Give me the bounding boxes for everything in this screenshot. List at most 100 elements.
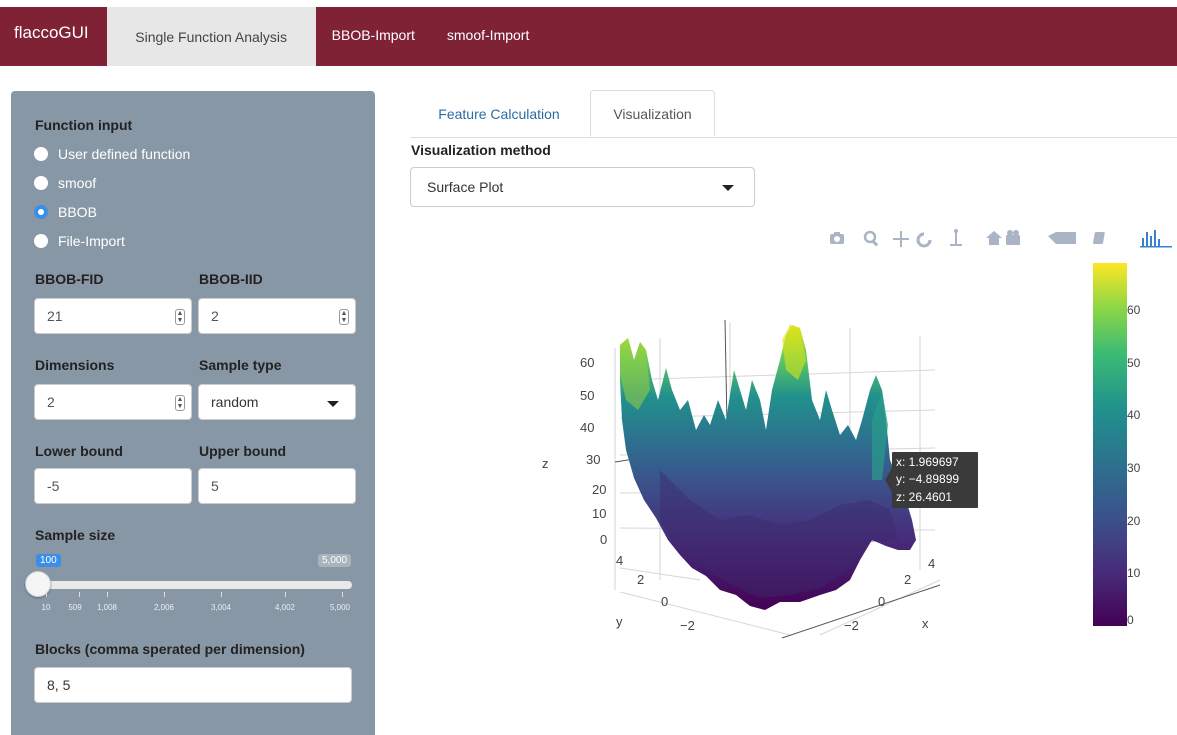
slider-tick <box>107 592 108 597</box>
x-tick: 0 <box>878 594 885 609</box>
slider-tick-label: 10 <box>41 603 51 612</box>
z-tick: 10 <box>592 506 606 521</box>
spinner-icon[interactable]: ▲ ▼ <box>339 309 349 325</box>
top-navbar: flaccoGUI Single Function Analysis BBOB-… <box>0 7 1177 66</box>
slider-handle[interactable] <box>25 571 51 597</box>
slider-tick-label: 4,002 <box>274 603 296 612</box>
lower-bound-value: -5 <box>47 478 60 494</box>
colorbar[interactable] <box>1093 263 1127 626</box>
turntable-icon[interactable] <box>950 229 962 246</box>
slider-max-badge: 5,000 <box>318 554 352 567</box>
bbob-fid-input[interactable]: 21 ▲ ▼ <box>34 298 192 334</box>
radio-label: smoof <box>58 175 97 191</box>
slider-track[interactable] <box>24 581 352 589</box>
sample-type-value: random <box>211 394 259 410</box>
blocks-value: 8, 5 <box>47 677 71 693</box>
nav-tab-bbob-import[interactable]: BBOB-Import <box>316 3 431 66</box>
radio-button[interactable] <box>34 176 48 190</box>
x-tick: 2 <box>904 572 911 587</box>
slider-tick <box>79 592 80 597</box>
z-axis-label: z <box>542 456 549 471</box>
colorbar-tick: 60 <box>1127 303 1141 317</box>
camera-icon[interactable] <box>830 232 844 244</box>
slider-tick <box>342 592 343 597</box>
bbob-fid-value: 21 <box>47 308 63 324</box>
y-axis-label: y <box>616 614 623 629</box>
x-tick: 4 <box>928 556 935 571</box>
radio-smoof[interactable]: smoof <box>34 175 96 191</box>
z-tick: 50 <box>580 388 594 403</box>
spinner-icon[interactable]: ▲ ▼ <box>175 395 185 411</box>
y-tick: 0 <box>661 594 668 609</box>
z-tick: 60 <box>580 355 594 370</box>
sample-type-label: Sample type <box>199 357 282 373</box>
orbit-icon[interactable] <box>916 232 932 248</box>
nav-tab-smoof-import[interactable]: smoof-Import <box>431 3 545 66</box>
colorbar-tick: 50 <box>1127 356 1141 370</box>
slider-tick <box>46 592 47 597</box>
tooltip-y: y: −4.89899 <box>896 472 959 486</box>
colorbar-tick: 30 <box>1127 461 1141 475</box>
colorbar-tick: 20 <box>1127 514 1141 528</box>
radio-bbob[interactable]: BBOB <box>34 204 97 220</box>
radio-user-defined-function[interactable]: User defined function <box>34 146 190 162</box>
upper-bound-input[interactable]: 5 <box>198 468 356 504</box>
colorbar-tick: 10 <box>1127 566 1141 580</box>
home-icon[interactable] <box>986 231 1002 245</box>
visualization-method-select[interactable]: Surface Plot <box>410 167 755 207</box>
dimensions-value: 2 <box>47 394 55 410</box>
surface-plot[interactable]: 60 50 40 30 20 10 0 z 4 2 0 −2 y 4 2 0 −… <box>520 250 1176 660</box>
blocks-label: Blocks (comma sperated per dimension) <box>35 641 305 657</box>
dimensions-input[interactable]: 2 ▲ ▼ <box>34 384 192 420</box>
hover-icon[interactable] <box>1048 232 1076 244</box>
pan-icon[interactable] <box>893 231 909 247</box>
radio-button[interactable] <box>34 234 48 248</box>
chevron-down-icon <box>327 401 339 407</box>
colorbar-tick: 0 <box>1127 613 1134 627</box>
slider-tick <box>221 592 222 597</box>
radio-label: User defined function <box>58 146 191 162</box>
slider-tick <box>285 592 286 597</box>
tooltip-z: z: 26.4601 <box>896 490 952 504</box>
radio-file-import[interactable]: File-Import <box>34 233 125 249</box>
lower-bound-label: Lower bound <box>35 443 123 459</box>
x-tick: −2 <box>844 618 859 633</box>
function-input-label: Function input <box>35 117 133 133</box>
slider-tick-label: 2,006 <box>153 603 175 612</box>
spikelines-icon[interactable] <box>1092 232 1105 244</box>
slider-value-badge: 100 <box>36 554 61 567</box>
chevron-down-icon <box>722 185 734 191</box>
radio-button-checked[interactable] <box>34 205 48 219</box>
radio-label: BBOB <box>58 204 97 220</box>
tab-visualization[interactable]: Visualization <box>590 90 715 137</box>
dimensions-label: Dimensions <box>35 357 115 373</box>
z-tick: 40 <box>580 420 594 435</box>
bbob-iid-input[interactable]: 2 ▲ ▼ <box>198 298 356 334</box>
upper-bound-value: 5 <box>211 478 219 494</box>
nav-tab-single-function-analysis[interactable]: Single Function Analysis <box>106 7 316 66</box>
app-brand[interactable]: flaccoGUI <box>0 3 107 62</box>
tab-bar <box>410 137 1177 138</box>
visualization-method-label: Visualization method <box>411 142 551 158</box>
zoom-icon[interactable] <box>863 230 879 247</box>
slider-tick-label: 1,008 <box>96 603 118 612</box>
slider-tick-label: 509 <box>68 603 82 612</box>
bbob-fid-label: BBOB-FID <box>35 271 104 287</box>
bbob-iid-value: 2 <box>211 308 219 324</box>
radio-button[interactable] <box>34 147 48 161</box>
y-tick: 2 <box>637 572 644 587</box>
tab-feature-calculation[interactable]: Feature Calculation <box>410 90 588 137</box>
lower-bound-input[interactable]: -5 <box>34 468 192 504</box>
spinner-icon[interactable]: ▲ ▼ <box>175 309 185 325</box>
camera-view-icon[interactable] <box>1006 230 1020 245</box>
blocks-input[interactable]: 8, 5 <box>34 667 352 703</box>
sample-type-select[interactable]: random <box>198 384 356 420</box>
tooltip-x: x: 1.969697 <box>896 455 959 469</box>
plotly-logo-icon[interactable] <box>1140 230 1172 248</box>
visualization-method-value: Surface Plot <box>427 179 504 195</box>
colorbar-tick: 40 <box>1127 408 1141 422</box>
sample-size-label: Sample size <box>35 527 116 543</box>
hover-tooltip: x: 1.969697 y: −4.89899 z: 26.4601 <box>885 452 978 508</box>
y-tick: −2 <box>680 618 695 633</box>
y-tick: 4 <box>616 553 623 568</box>
